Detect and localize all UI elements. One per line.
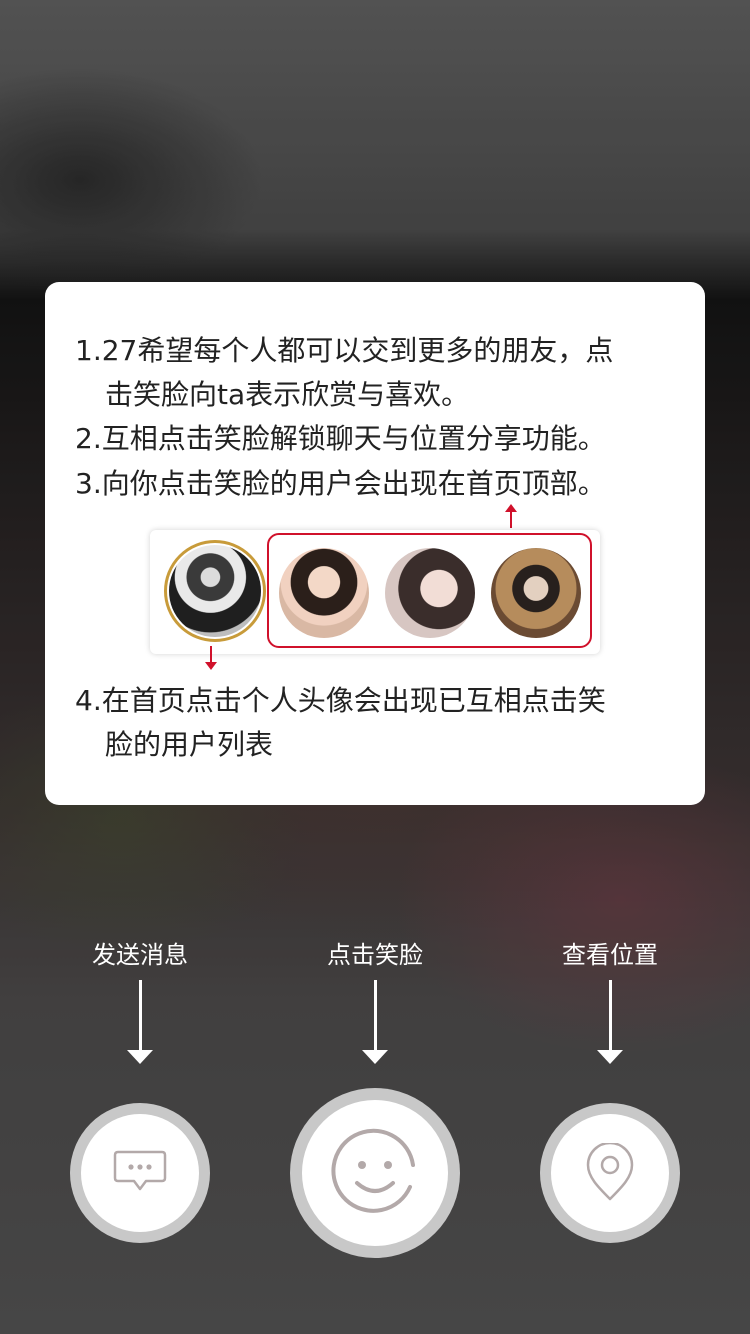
guide-line-4: 4.在首页点击个人头像会出现已互相点击笑 (75, 684, 606, 717)
user-avatar (279, 548, 369, 638)
guide-line-3: 3.向你点击笑脸的用户会出现在首页顶部。 (75, 467, 606, 500)
guide-line-1-cont: 击笑脸向ta表示欣赏与喜欢。 (105, 378, 470, 411)
view-location-button-face (551, 1114, 669, 1232)
smile-hint: 点击笑脸 (315, 940, 435, 1064)
smile-label: 点击笑脸 (327, 941, 423, 969)
smiled-users-group (267, 533, 592, 648)
view-location-hint: 查看位置 (550, 940, 670, 1064)
arrow-down-icon (205, 646, 217, 670)
smiley-face-icon (331, 1128, 415, 1213)
user-avatar (385, 548, 475, 638)
guide-line-4-cont: 脸的用户列表 (105, 728, 274, 761)
tutorial-card: 1.27希望每个人都可以交到更多的朋友，点 击笑脸向ta表示欣赏与喜欢。 2.互… (45, 282, 705, 805)
arrow-stem (374, 980, 377, 1052)
self-avatar (164, 540, 266, 642)
send-message-hint: 发送消息 (80, 940, 200, 1064)
avatar-photo (169, 545, 261, 637)
avatar-strip-example (150, 530, 600, 654)
arrow-down-icon (127, 1050, 153, 1064)
arrow-stem (139, 980, 142, 1052)
location-pin-icon (586, 1143, 634, 1201)
send-message-label: 发送消息 (92, 941, 188, 969)
view-location-label: 查看位置 (562, 941, 658, 969)
chat-bubble-icon (113, 1150, 167, 1191)
arrow-down-icon (362, 1050, 388, 1064)
guide-line-2: 2.互相点击笑脸解锁聊天与位置分享功能。 (75, 422, 606, 455)
arrow-down-icon (597, 1050, 623, 1064)
send-message-button[interactable] (70, 1103, 210, 1243)
smile-button[interactable] (290, 1088, 460, 1258)
arrow-up-icon (505, 504, 517, 528)
send-message-button-face (81, 1114, 199, 1232)
view-location-button[interactable] (540, 1103, 680, 1243)
user-avatar (491, 548, 581, 638)
guide-line-1: 1.27希望每个人都可以交到更多的朋友，点 (75, 334, 614, 367)
smile-button-face (302, 1100, 448, 1246)
arrow-stem (609, 980, 612, 1052)
